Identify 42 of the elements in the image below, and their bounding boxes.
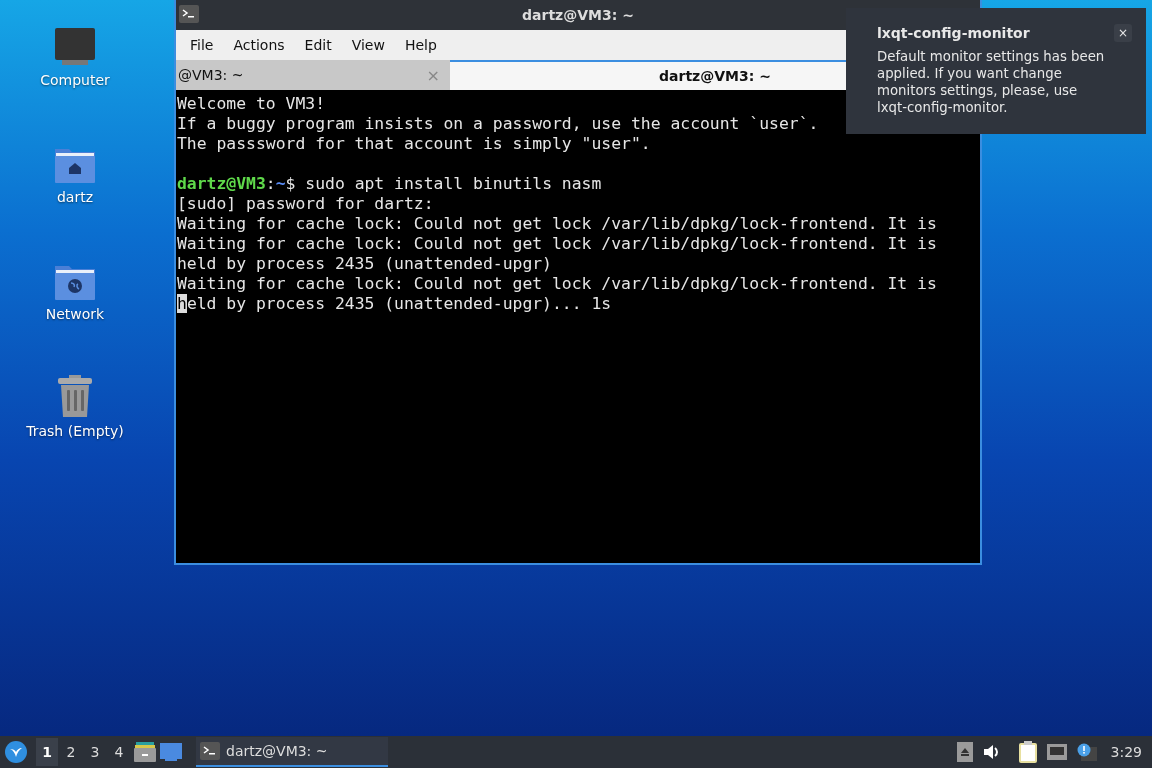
output-line: held by process 2435 (unattended-upgr)	[177, 254, 552, 274]
notification-title: lxqt-config-monitor	[877, 25, 1030, 41]
output-line: held by process 2435 (unattended-upgr)... 1s	[177, 294, 612, 314]
menu-item[interactable]: Actions	[223, 37, 295, 53]
workspace-button[interactable]: 3	[84, 738, 106, 766]
menu-item[interactable]: Help	[394, 37, 447, 53]
output-line: [sudo] password for dartz:	[177, 194, 434, 214]
info-icon[interactable]	[1076, 743, 1097, 761]
menu-item[interactable]: File	[180, 37, 224, 53]
output-line: Waiting for cache lock: Could not get lock /var/lib/dpkg/lock-frontend. It is	[177, 234, 937, 254]
command-line: dartz@VM3:~$ sudo apt install binutils nasm	[177, 174, 602, 194]
output-line: Waiting for cache lock: Could not get lock /var/lib/dpkg/lock-frontend. It is	[177, 214, 937, 234]
network-folder-icon	[54, 264, 96, 300]
output-line: If a buggy program insists on a password, use the account `user`.	[177, 114, 819, 134]
eject-icon[interactable]	[956, 742, 973, 762]
network-port-icon[interactable]	[1046, 744, 1067, 760]
output-line: Welcome to VM3!	[177, 94, 326, 114]
tab[interactable]: @VM3: ~ ×	[176, 60, 450, 90]
icon-label[interactable]: Trash (Empty)	[26, 423, 124, 439]
clock[interactable]: 3:29	[1110, 744, 1142, 760]
output-line: The passsword for that account is simply "user".	[177, 134, 651, 154]
workspace-button[interactable]: 2	[60, 738, 82, 766]
window-title: dartz@VM3: ~	[522, 7, 634, 23]
desktop-icon[interactable]	[160, 743, 182, 761]
icon-label[interactable]: dartz	[56, 189, 94, 205]
terminal-icon	[200, 742, 220, 760]
monitor-icon	[54, 28, 96, 66]
workspace-button[interactable]: 1	[36, 738, 58, 766]
close-button[interactable]: ×	[1114, 24, 1132, 42]
volume-icon[interactable]	[982, 744, 1001, 760]
trash-icon	[57, 375, 93, 417]
task-button[interactable]: dartz@VM3: ~	[196, 737, 388, 767]
menu-item[interactable]: View	[341, 37, 395, 53]
home-folder-icon	[54, 147, 96, 183]
output-line: Waiting for cache lock: Could not get lock /var/lib/dpkg/lock-frontend. It is	[177, 274, 937, 294]
start-menu-icon[interactable]	[4, 740, 28, 764]
workspace-button[interactable]: 4	[108, 738, 130, 766]
clipboard-icon[interactable]	[1018, 741, 1037, 763]
icon-label[interactable]: Network	[45, 306, 105, 322]
file-cabinet-icon[interactable]	[134, 742, 156, 762]
terminal-icon	[179, 5, 199, 23]
menu-item[interactable]: Edit	[294, 37, 342, 53]
